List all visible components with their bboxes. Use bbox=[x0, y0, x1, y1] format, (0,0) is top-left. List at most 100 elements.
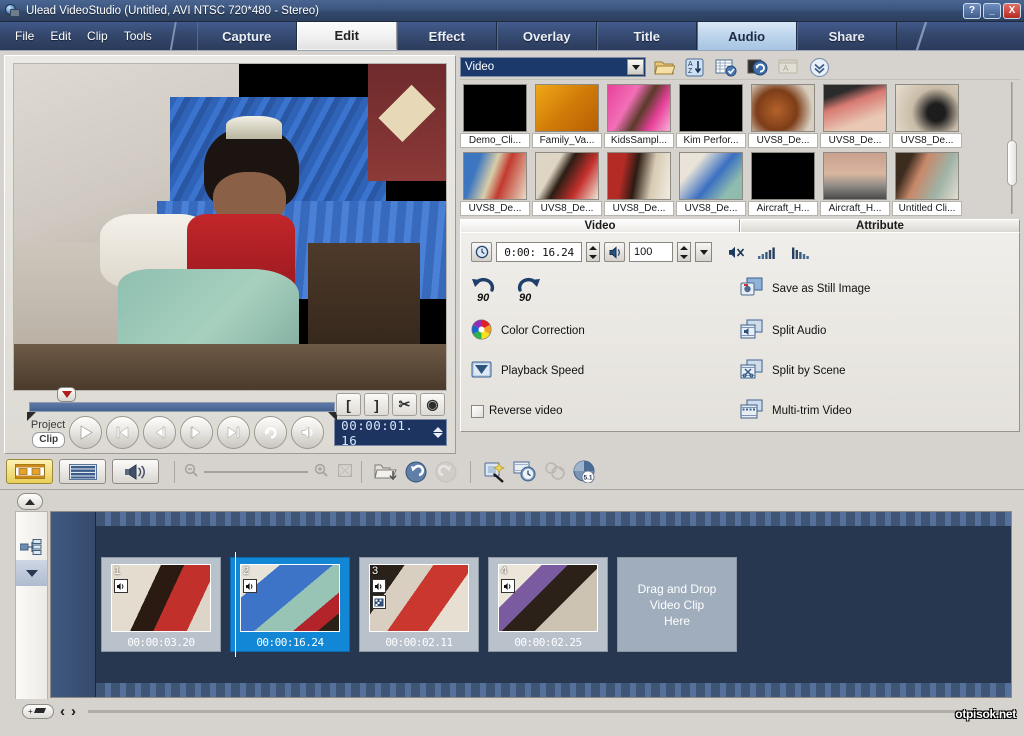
repeat-button[interactable] bbox=[254, 416, 288, 449]
enlarge-preview-button[interactable]: ◉ bbox=[420, 393, 445, 416]
smart-package-icon[interactable] bbox=[480, 458, 510, 486]
storyboard-clip[interactable]: 1 00:00:03.20 bbox=[101, 557, 221, 652]
previous-frame-button[interactable] bbox=[143, 416, 177, 449]
play-button[interactable] bbox=[69, 416, 103, 449]
storyboard-canvas[interactable]: + / − 1 00:00:03.20 bbox=[50, 511, 1012, 698]
fade-out-icon[interactable] bbox=[792, 246, 813, 259]
chevron-down-icon[interactable] bbox=[627, 59, 644, 75]
playhead-handle[interactable] bbox=[57, 387, 76, 402]
help-button[interactable]: ? bbox=[963, 2, 981, 19]
library-item[interactable]: Untitled Cli... bbox=[892, 152, 962, 216]
surround-51-icon[interactable]: 5.1 bbox=[570, 458, 600, 486]
volume-slider-dropdown[interactable] bbox=[695, 242, 712, 262]
rotate-right-button[interactable]: 90 bbox=[513, 275, 541, 304]
expand-chevron-icon[interactable] bbox=[806, 56, 832, 78]
library-item[interactable]: UVS8_De... bbox=[892, 84, 962, 148]
zoom-in-icon[interactable] bbox=[314, 463, 328, 480]
tab-attribute-options[interactable]: Attribute bbox=[740, 219, 1020, 232]
tab-overlay[interactable]: Overlay bbox=[496, 22, 597, 50]
close-button[interactable]: X bbox=[1003, 2, 1021, 19]
menu-file[interactable]: File bbox=[14, 27, 35, 45]
audio-view-button[interactable] bbox=[112, 459, 159, 484]
track-expand-button[interactable] bbox=[16, 560, 47, 586]
home-button[interactable] bbox=[106, 416, 140, 449]
split-audio-button[interactable]: Split Audio bbox=[740, 319, 1009, 343]
tab-share[interactable]: Share bbox=[796, 22, 897, 50]
fit-to-window-icon[interactable] bbox=[337, 463, 353, 480]
menu-tools[interactable]: Tools bbox=[123, 27, 153, 45]
menu-edit[interactable]: Edit bbox=[49, 27, 72, 45]
library-scrollbar-thumb[interactable] bbox=[1007, 140, 1017, 186]
volume-speaker-icon[interactable] bbox=[604, 242, 625, 262]
library-category-dropdown[interactable]: Video bbox=[460, 57, 646, 77]
storyboard-view-button[interactable] bbox=[6, 459, 53, 484]
drop-zone[interactable]: Drag and Drop Video Clip Here bbox=[617, 557, 737, 652]
fade-in-icon[interactable] bbox=[758, 246, 779, 259]
split-by-scene-button[interactable]: Split by Scene bbox=[740, 359, 1009, 383]
volume-button[interactable] bbox=[291, 416, 325, 449]
mark-out-button[interactable]: ] bbox=[364, 393, 389, 416]
library-item[interactable]: UVS8_De... bbox=[532, 152, 602, 216]
storyboard-clip[interactable]: 2 00:00:16.24 bbox=[230, 552, 350, 657]
zoom-slider-track[interactable] bbox=[204, 470, 308, 473]
undo-icon[interactable] bbox=[401, 458, 431, 486]
mark-in-button[interactable]: [ bbox=[336, 393, 361, 416]
sort-az-icon[interactable]: AZ bbox=[682, 56, 708, 78]
reset-icon[interactable] bbox=[744, 56, 770, 78]
track-manager-icon[interactable] bbox=[16, 534, 47, 560]
library-scrollbar[interactable] bbox=[1006, 82, 1018, 214]
scroll-right-button[interactable]: › bbox=[71, 704, 76, 719]
library-item[interactable]: UVS8_De... bbox=[676, 152, 746, 216]
preview-monitor[interactable] bbox=[13, 63, 447, 391]
next-frame-button[interactable] bbox=[180, 416, 214, 449]
scroll-left-button[interactable]: ‹ bbox=[60, 704, 65, 719]
preview-timecode[interactable]: 00:00:01. 16 bbox=[334, 418, 447, 448]
library-item[interactable]: UVS8_De... bbox=[820, 84, 890, 148]
menu-clip[interactable]: Clip bbox=[86, 27, 109, 45]
load-video-icon[interactable] bbox=[651, 56, 677, 78]
clip-volume-field[interactable]: 100 bbox=[629, 242, 673, 262]
rotate-left-button[interactable]: 90 bbox=[471, 275, 499, 304]
timeline-zoom-slider[interactable] bbox=[184, 463, 353, 480]
clip-duration-field[interactable]: 0:00: 16.24 bbox=[496, 242, 582, 262]
timecode-spinner[interactable] bbox=[433, 427, 443, 438]
eject-panel-button[interactable] bbox=[17, 493, 43, 510]
playback-speed-button[interactable]: Playback Speed bbox=[471, 359, 740, 383]
library-item[interactable]: UVS8_De... bbox=[748, 84, 818, 148]
tab-title[interactable]: Title bbox=[596, 22, 697, 50]
batch-convert-icon[interactable] bbox=[510, 458, 540, 486]
preview-scrub-track[interactable] bbox=[29, 402, 335, 412]
library-item[interactable]: Family_Va... bbox=[532, 84, 602, 148]
library-item[interactable]: Demo_Cli... bbox=[460, 84, 530, 148]
storyboard-clip[interactable]: 4 00:00:02.25 bbox=[488, 557, 608, 652]
library-item[interactable]: UVS8_De... bbox=[604, 152, 674, 216]
minimize-button[interactable]: _ bbox=[983, 2, 1001, 19]
library-item[interactable]: Kim Perfor... bbox=[676, 84, 746, 148]
library-item[interactable]: KidsSampl... bbox=[604, 84, 674, 148]
clip-mode-label[interactable]: Clip bbox=[32, 431, 66, 448]
tab-video-options[interactable]: Video bbox=[460, 219, 740, 232]
library-item[interactable]: UVS8_De... bbox=[460, 152, 530, 216]
insert-media-icon[interactable] bbox=[371, 458, 401, 486]
tab-capture[interactable]: Capture bbox=[196, 22, 297, 50]
cut-clip-button[interactable]: ✂ bbox=[392, 393, 417, 416]
duration-clock-icon[interactable] bbox=[471, 242, 492, 262]
multi-trim-video-button[interactable]: Multi-trim Video bbox=[740, 399, 1009, 423]
storyboard-clip[interactable]: 3 00:00:02.11 bbox=[359, 557, 479, 652]
checkbox[interactable] bbox=[471, 404, 484, 418]
library-options-icon[interactable] bbox=[713, 56, 739, 78]
color-correction-button[interactable]: Color Correction bbox=[471, 319, 740, 343]
volume-spinner[interactable] bbox=[677, 242, 691, 262]
library-item[interactable]: Aircraft_H... bbox=[820, 152, 890, 216]
timeline-view-button[interactable] bbox=[59, 459, 106, 484]
tab-audio[interactable]: Audio bbox=[696, 22, 797, 50]
mute-icon[interactable] bbox=[728, 245, 745, 260]
tab-effect[interactable]: Effect bbox=[396, 22, 497, 50]
save-still-image-button[interactable]: Save as Still Image bbox=[740, 275, 1009, 303]
tab-edit[interactable]: Edit bbox=[296, 22, 397, 50]
add-media-pill-button[interactable]: + bbox=[22, 703, 54, 719]
add-folder-icon[interactable]: A bbox=[775, 56, 801, 78]
zoom-out-icon[interactable] bbox=[184, 463, 198, 480]
timeline-horizontal-scrollbar[interactable] bbox=[88, 709, 1014, 713]
end-button[interactable] bbox=[217, 416, 251, 449]
